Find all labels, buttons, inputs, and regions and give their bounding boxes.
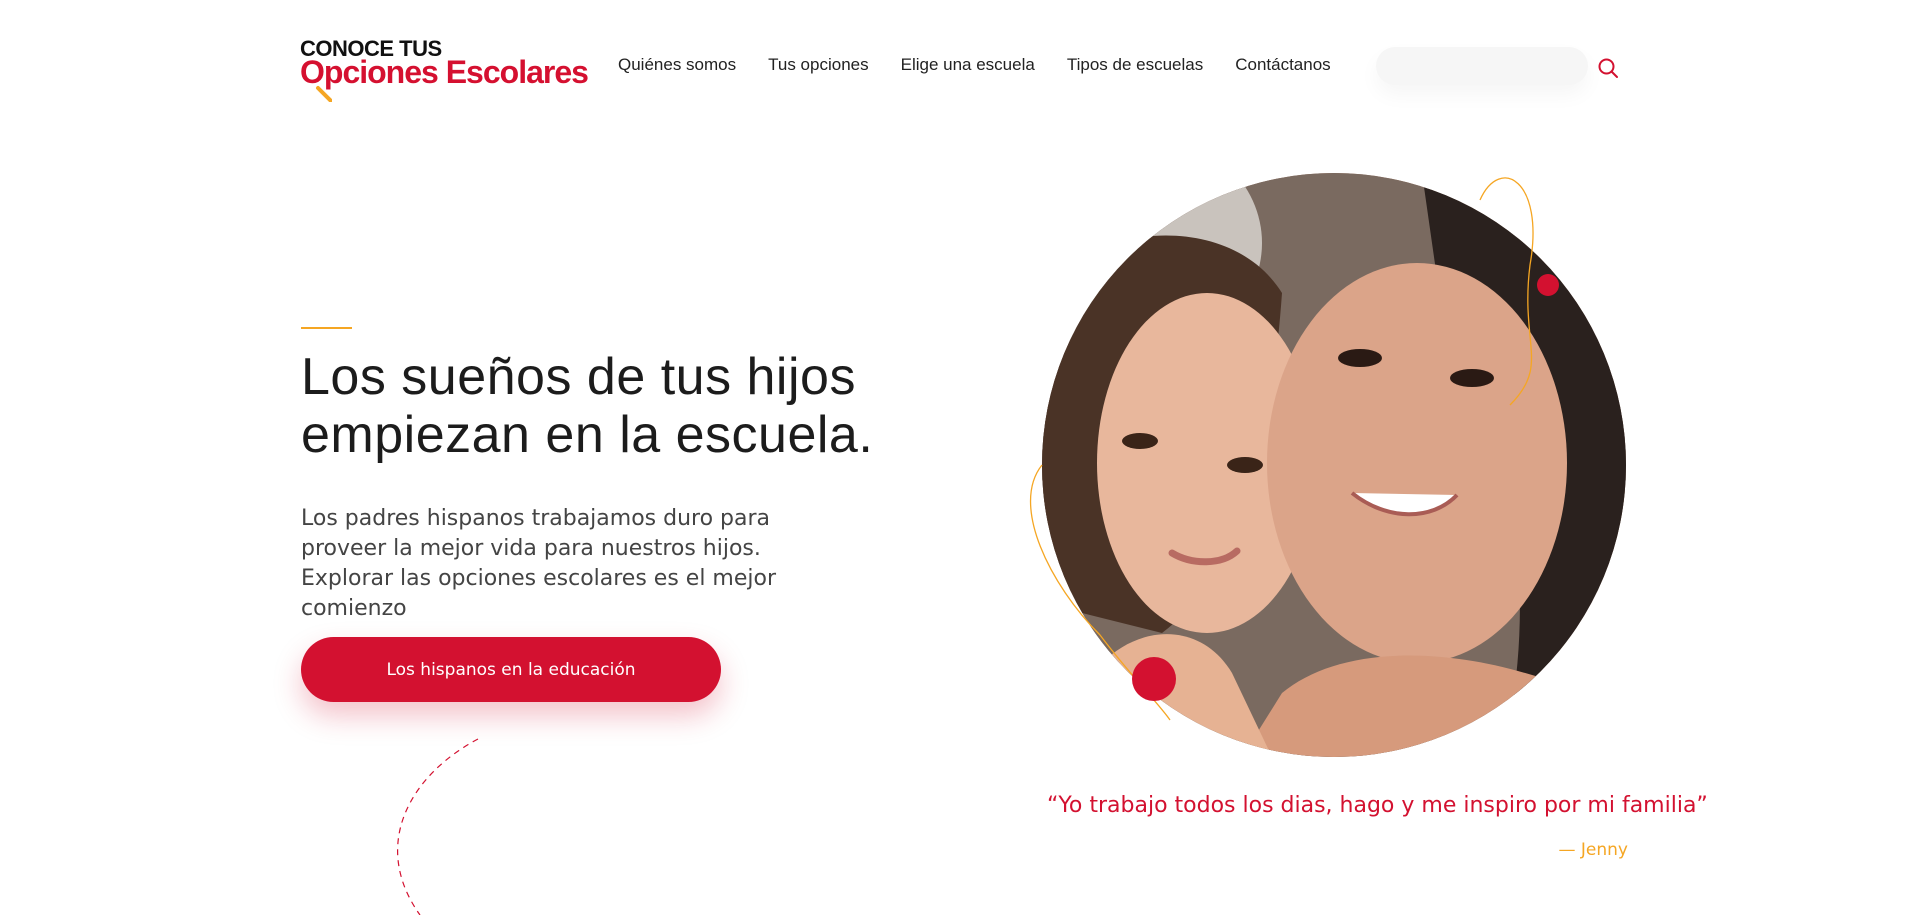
nav-item-tus-opciones[interactable]: Tus opciones xyxy=(768,55,868,75)
hero-headline: Los sueños de tus hijos empiezan en la e… xyxy=(301,348,874,464)
nav-item-quienes-somos[interactable]: Quiénes somos xyxy=(618,55,736,75)
hero-lead-text: Los padres hispanos trabajamos duro para… xyxy=(301,506,777,621)
site-header: CONOCE TUS Opciones Escolares Quiénes so… xyxy=(0,0,1920,120)
logo-text-bottom: Opciones Escolares xyxy=(300,54,589,90)
hispanos-educacion-button[interactable]: Los hispanos en la educación xyxy=(301,637,721,702)
hero-image-area xyxy=(1020,165,1640,765)
testimonial-quote: “Yo trabajo todos los dias, hago y me in… xyxy=(1047,793,1708,818)
main-nav: Quiénes somos Tus opciones Elige una esc… xyxy=(618,55,1331,75)
orange-line-decoration xyxy=(1029,177,1559,721)
nav-item-contactanos[interactable]: Contáctanos xyxy=(1235,55,1330,75)
site-logo[interactable]: CONOCE TUS Opciones Escolares xyxy=(300,36,589,106)
nav-item-tipos-de-escuelas[interactable]: Tipos de escuelas xyxy=(1067,55,1203,75)
accent-divider xyxy=(301,327,352,329)
nav-item-elige-una-escuela[interactable]: Elige una escuela xyxy=(901,55,1035,75)
dashed-curve-decoration xyxy=(397,738,479,915)
search-input[interactable] xyxy=(1376,47,1588,85)
search-icon[interactable] xyxy=(1596,56,1620,80)
testimonial-author: — Jenny xyxy=(1558,840,1629,860)
